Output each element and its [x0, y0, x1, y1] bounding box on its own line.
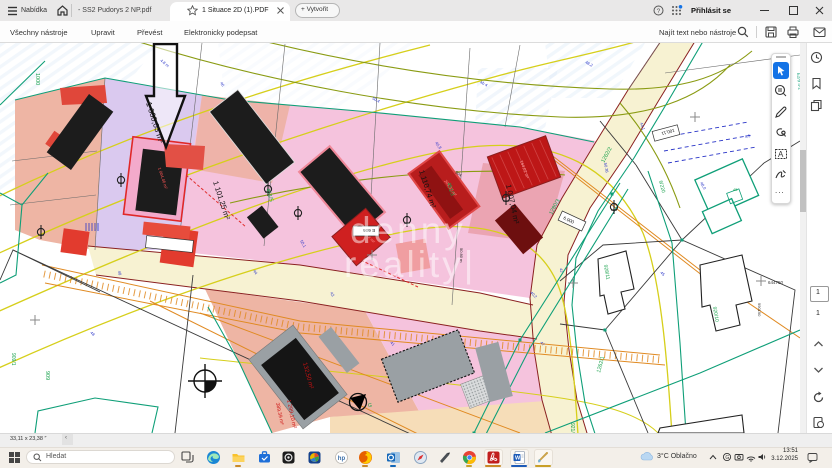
svg-text:45: 45 — [733, 187, 738, 192]
svg-text:A: A — [778, 150, 784, 159]
svg-text:42: 42 — [559, 268, 564, 273]
svg-text:1000: 1000 — [34, 73, 40, 85]
svg-text:909/1: 909/1 — [10, 353, 16, 366]
svg-text:45: 45 — [659, 270, 666, 277]
svg-text:921/1: 921/1 — [569, 423, 575, 433]
svg-text:644750: 644750 — [768, 280, 784, 285]
svg-text:990190: 990190 — [757, 303, 762, 317]
svg-text:W: W — [515, 456, 521, 462]
svg-text:6/220: 6/220 — [657, 180, 666, 194]
svg-text:reality|: reality| — [344, 244, 476, 285]
svg-text:920/10: 920/10 — [711, 306, 720, 322]
svg-text:G: G — [368, 403, 372, 409]
svg-text:48: 48 — [89, 330, 96, 337]
svg-text:909: 909 — [44, 371, 50, 380]
svg-text:1262/1: 1262/1 — [596, 356, 606, 374]
svg-text:hp: hp — [337, 456, 345, 462]
svg-text:4,5: 4,5 — [744, 133, 751, 139]
svg-text:?: ? — [657, 8, 661, 15]
svg-text:G: G — [725, 455, 729, 461]
